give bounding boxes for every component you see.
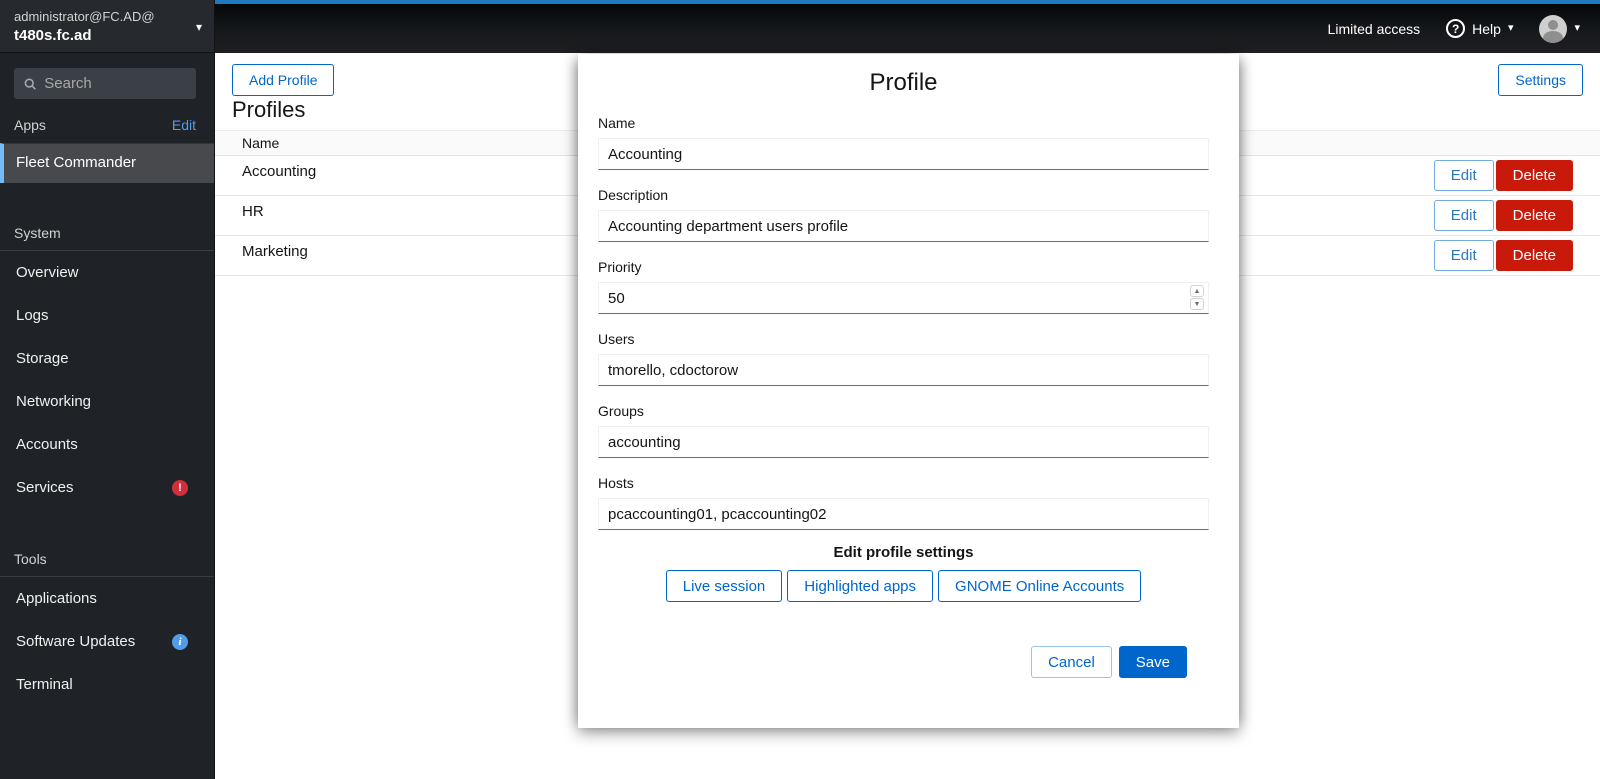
profile-name: Marketing (242, 243, 308, 260)
edit-button[interactable]: Edit (1434, 200, 1494, 231)
priority-field[interactable] (598, 282, 1209, 314)
section-label-tools: Tools (0, 541, 214, 577)
masthead: Limited access ? Help ▾ ▾ (215, 0, 1600, 53)
delete-button[interactable]: Delete (1496, 200, 1573, 231)
info-icon: i (172, 634, 188, 650)
hosts-field[interactable] (598, 498, 1209, 530)
edit-profile-settings-heading: Edit profile settings (598, 544, 1209, 561)
profile-modal: Profile Name Description Priority ▲ ▼ Us… (578, 54, 1239, 728)
help-label: Help (1472, 21, 1501, 37)
sidebar-item-label: Networking (16, 393, 91, 410)
edit-button[interactable]: Edit (1434, 160, 1494, 191)
live-session-button[interactable]: Live session (666, 570, 783, 602)
help-menu[interactable]: ? Help ▾ (1446, 19, 1513, 38)
caret-down-icon[interactable]: ▾ (196, 20, 202, 34)
caret-down-icon: ▾ (1508, 23, 1514, 34)
host-switcher[interactable]: administrator@FC.AD@ t480s.fc.ad ▾ (0, 0, 214, 53)
sidebar-section-tools: Tools Applications Software Updates i Te… (0, 541, 214, 706)
profile-name: Accounting (242, 163, 316, 180)
caret-down-icon: ▾ (1574, 23, 1580, 34)
name-column-header: Name (242, 135, 279, 151)
sidebar-item-label: Services (16, 479, 74, 496)
sidebar-item-label: Accounts (16, 436, 78, 453)
apps-edit-link[interactable]: Edit (172, 117, 196, 133)
sidebar-item-logs[interactable]: Logs (0, 294, 214, 337)
sidebar-item-networking[interactable]: Networking (0, 380, 214, 423)
logged-in-user: administrator@FC.AD@ (14, 8, 200, 26)
sidebar-item-label: Logs (16, 307, 49, 324)
sidebar-item-label: Applications (16, 590, 97, 607)
sidebar-search[interactable] (14, 68, 196, 99)
sidebar-item-services[interactable]: Services ! (0, 466, 214, 509)
section-label-system: System (0, 215, 214, 251)
sidebar-item-accounts[interactable]: Accounts (0, 423, 214, 466)
search-icon (24, 77, 36, 91)
groups-field[interactable] (598, 426, 1209, 458)
sidebar-item-overview[interactable]: Overview (0, 251, 214, 294)
sidebar-item-fleet-commander[interactable]: Fleet Commander (0, 143, 214, 183)
sidebar-item-applications[interactable]: Applications (0, 577, 214, 620)
groups-field-label: Groups (598, 402, 1209, 420)
profile-name: HR (242, 203, 264, 220)
modal-title: Profile (598, 68, 1209, 98)
search-input[interactable] (44, 75, 186, 92)
save-button[interactable]: Save (1119, 646, 1187, 678)
sidebar-item-software-updates[interactable]: Software Updates i (0, 620, 214, 663)
priority-field-label: Priority (598, 258, 1209, 276)
settings-button[interactable]: Settings (1498, 64, 1583, 96)
chevron-up-icon[interactable]: ▲ (1190, 285, 1204, 297)
chevron-down-icon[interactable]: ▼ (1190, 298, 1204, 310)
sidebar-item-label: Software Updates (16, 633, 135, 650)
description-field[interactable] (598, 210, 1209, 242)
sidebar: administrator@FC.AD@ t480s.fc.ad ▾ Apps … (0, 0, 215, 779)
name-field[interactable] (598, 138, 1209, 170)
sidebar-item-terminal[interactable]: Terminal (0, 663, 214, 706)
session-menu[interactable]: ▾ (1539, 15, 1580, 43)
add-profile-button[interactable]: Add Profile (232, 64, 334, 96)
sidebar-section-system: System Overview Logs Storage Networking … (0, 215, 214, 509)
users-field[interactable] (598, 354, 1209, 386)
gnome-online-accounts-button[interactable]: GNOME Online Accounts (938, 570, 1141, 602)
help-icon: ? (1446, 19, 1465, 38)
apps-label: Apps (14, 117, 46, 133)
avatar (1539, 15, 1567, 43)
limited-access-label: Limited access (1328, 21, 1421, 37)
delete-button[interactable]: Delete (1496, 160, 1573, 191)
sidebar-item-label: Terminal (16, 676, 73, 693)
users-field-label: Users (598, 330, 1209, 348)
hostname: t480s.fc.ad (14, 26, 200, 45)
sidebar-item-storage[interactable]: Storage (0, 337, 214, 380)
priority-stepper: ▲ ▼ (1190, 285, 1204, 310)
page-title: Profiles (232, 97, 305, 123)
sidebar-item-label: Overview (16, 264, 79, 281)
exclamation-icon: ! (172, 480, 188, 496)
sidebar-item-label: Storage (16, 350, 69, 367)
highlighted-apps-button[interactable]: Highlighted apps (787, 570, 933, 602)
hosts-field-label: Hosts (598, 474, 1209, 492)
cancel-button[interactable]: Cancel (1031, 646, 1112, 678)
delete-button[interactable]: Delete (1496, 240, 1573, 271)
name-field-label: Name (598, 114, 1209, 132)
description-field-label: Description (598, 186, 1209, 204)
edit-button[interactable]: Edit (1434, 240, 1494, 271)
